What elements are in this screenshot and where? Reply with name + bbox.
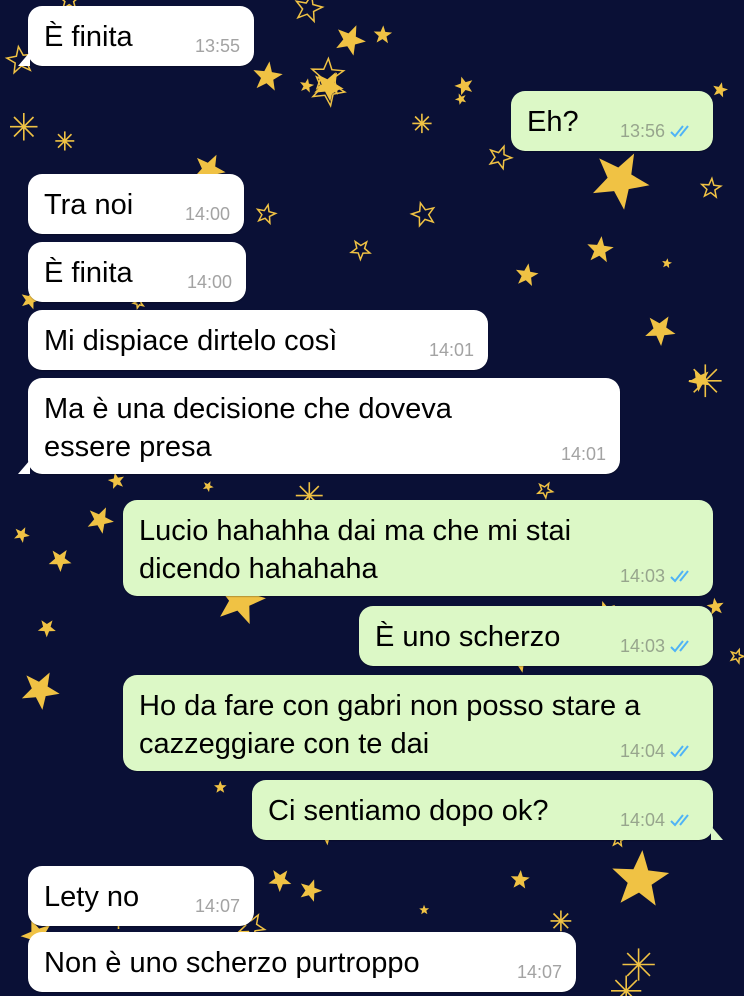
message-outgoing[interactable]: Ci sentiamo dopo ok? 14:04 [252, 780, 723, 840]
message-incoming[interactable]: È finita 13:55 [18, 6, 254, 66]
message-time: 13:55 [194, 36, 240, 56]
message-text: Eh? [527, 106, 579, 138]
message-text: Tra noi [44, 189, 134, 221]
read-receipt-icon [670, 125, 689, 138]
read-receipt-icon [670, 640, 689, 653]
read-receipt-icon [670, 570, 689, 583]
message-text: Mi dispiace dirtelo così [44, 325, 338, 357]
message-text: Lucio hahahha dai ma che mi stai dicendo… [139, 515, 572, 585]
message-incoming[interactable]: È finita 14:00 [28, 242, 246, 302]
read-receipt-icon [670, 814, 689, 827]
message-incoming[interactable]: Mi dispiace dirtelo così 14:01 [28, 310, 488, 370]
message-time: 14:00 [186, 272, 232, 292]
message-incoming[interactable]: Non è uno scherzo purtroppo 14:07 [28, 932, 576, 992]
message-incoming[interactable]: Lety no 14:07 [28, 866, 254, 926]
message-text: È uno scherzo [375, 621, 561, 653]
message-time: 14:03 [619, 566, 665, 586]
message-time: 13:56 [619, 121, 665, 141]
message-time: 14:00 [184, 204, 230, 224]
read-receipt-icon [670, 745, 689, 758]
message-time: 14:07 [516, 962, 562, 982]
message-time: 14:04 [619, 810, 665, 830]
message-text: Lety no [44, 881, 140, 913]
message-text: Non è uno scherzo purtroppo [44, 947, 420, 979]
message-text: È finita [44, 257, 133, 289]
message-outgoing[interactable]: Ho da fare con gabri non posso stare a c… [123, 675, 713, 771]
message-time: 14:01 [560, 444, 606, 464]
message-text: Ma è una decisione che doveva essere pre… [44, 393, 452, 463]
message-text: Ho da fare con gabri non posso stare a c… [139, 690, 641, 760]
message-outgoing[interactable]: È uno scherzo 14:03 [359, 606, 713, 666]
message-time: 14:01 [428, 340, 474, 360]
message-time: 14:04 [619, 741, 665, 761]
message-time: 14:03 [619, 636, 665, 656]
message-outgoing[interactable]: Eh? 13:56 [511, 91, 713, 151]
chat-message-list[interactable]: È finita 13:55 Eh? 13:56 Tra noi 14:00 È… [0, 0, 744, 996]
message-time: 14:07 [194, 896, 240, 916]
message-incoming[interactable]: Tra noi 14:00 [28, 174, 244, 234]
message-outgoing[interactable]: Lucio hahahha dai ma che mi stai dicendo… [123, 500, 713, 596]
message-text: Ci sentiamo dopo ok? [268, 795, 549, 827]
message-incoming[interactable]: Ma è una decisione che doveva essere pre… [18, 378, 620, 474]
message-text: È finita [44, 21, 133, 53]
